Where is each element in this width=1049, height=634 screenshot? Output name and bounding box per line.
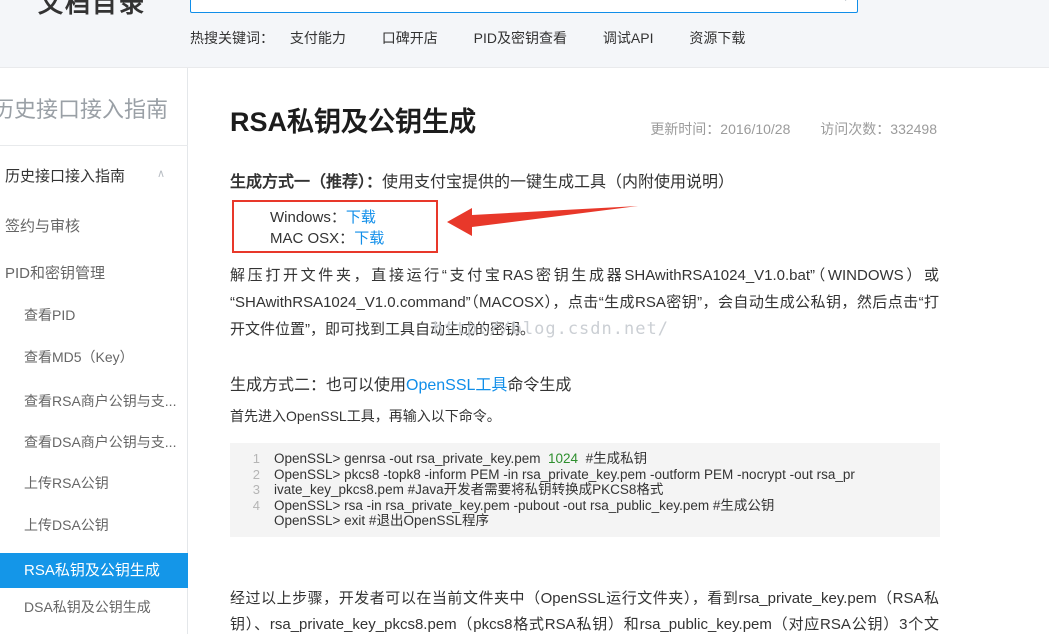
sidebar-item-pid-key-management[interactable]: PID和密钥管理 ∧ [5, 262, 188, 283]
line-number: 2 [230, 467, 260, 483]
article-meta: 更新时间：2016/10/28 访问次数：332498 [650, 119, 937, 139]
download-label-windows: Windows： [270, 209, 346, 226]
page-title: RSA私钥及公钥生成 [230, 100, 476, 139]
code-text: ivate_key_pkcs8.pem #Java开发者需要将私钥转换成PKCS… [274, 482, 663, 498]
meta-updated: 更新时间：2016/10/28 [650, 121, 790, 137]
code-block: 1 OpenSSL> genrsa -out rsa_private_key.pe… [230, 443, 940, 537]
hot-keyword-link[interactable]: 口碑开店 [382, 30, 438, 46]
hot-keyword-link[interactable]: 调试API [603, 30, 654, 46]
sidebar-item-view-pid[interactable]: 查看PID [24, 305, 207, 325]
line-number: 4 [230, 498, 260, 514]
hot-keyword-link[interactable]: 资源下载 [689, 30, 745, 46]
sidebar-item-label: 查看MD5（Key） [24, 349, 134, 365]
sidebar-panel-title: 历史接口接入指南 [0, 92, 168, 124]
download-link-windows[interactable]: 下载 [346, 209, 376, 226]
sidebar-item-view-rsa-merchant-pubkey[interactable]: 查看RSA商户公钥与支... [24, 391, 207, 411]
sidebar-item-upload-rsa-pubkey[interactable]: 上传RSA公钥 [24, 473, 207, 493]
code-line: 3 ivate_key_pkcs8.pem #Java开发者需要将私钥转换成PKC… [230, 482, 940, 498]
sidebar-group-label: 历史接口接入指南 [5, 168, 125, 185]
sidebar-item-label: RSA私钥及公钥生成 [24, 562, 160, 579]
paragraph-openssl-intro: 首先进入OpenSSL工具，再输入以下命令。 [230, 403, 939, 430]
sidebar-item-rsa-key-generation[interactable]: RSA私钥及公钥生成 [0, 553, 188, 588]
page: 文档目录 热搜关键词： 支付能力 口碑开店 PID及密钥查看 调试API 资源下… [0, 0, 1049, 634]
download-row-windows: Windows：下载 [270, 207, 436, 228]
sidebar-item-dsa-key-generation[interactable]: DSA私钥及公钥生成 [24, 597, 207, 617]
paragraph-result-files: 经过以上步骤，开发者可以在当前文件夹中（OpenSSL运行文件夹），看到rsa_… [230, 586, 939, 634]
code-line: 1 OpenSSL> genrsa -out rsa_private_key.pe… [230, 451, 940, 467]
search-icon[interactable] [830, 0, 848, 2]
red-arrow-annotation [444, 198, 644, 240]
sidebar-item-label: DSA私钥及公钥生成 [24, 599, 151, 615]
search-box [190, 0, 858, 13]
section1-heading-rest: 使用支付宝提供的一键生成工具（内附使用说明） [382, 174, 734, 191]
sidebar-item-label: 查看DSA商户公钥与支... [24, 434, 176, 450]
sidebar-item-label: PID和密钥管理 [5, 265, 105, 282]
section2-prefix: 生成方式二：也可以使用 [230, 377, 406, 394]
code-text: OpenSSL> genrsa -out rsa_private_key.pem… [274, 451, 647, 467]
section-heading-method-1: 生成方式一（推荐）：使用支付宝提供的一键生成工具（内附使用说明） [230, 168, 734, 192]
code-line: OpenSSL> exit #退出OpenSSL程序 [230, 513, 940, 529]
sidebar-item-label: 上传RSA公钥 [24, 475, 109, 491]
site-logo[interactable]: 文档目录 [38, 0, 146, 20]
line-number: 3 [230, 482, 260, 498]
download-link-macosx[interactable]: 下载 [354, 230, 384, 247]
sidebar-divider [0, 145, 188, 146]
sidebar-item-signing-review[interactable]: 签约与审核 [5, 215, 188, 236]
sidebar-item-view-dsa-merchant-pubkey[interactable]: 查看DSA商户公钥与支... [24, 432, 207, 452]
topbar: 文档目录 热搜关键词： 支付能力 口碑开店 PID及密钥查看 调试API 资源下… [0, 0, 1049, 68]
sidebar-item-label: 查看PID [24, 307, 75, 323]
sidebar-item-label: 签约与审核 [5, 218, 80, 235]
hot-keywords-row: 热搜关键词： 支付能力 口碑开店 PID及密钥查看 调试API 资源下载 [190, 28, 777, 48]
main-content: RSA私钥及公钥生成 更新时间：2016/10/28 访问次数：332498 生… [189, 68, 1049, 634]
openssl-tool-link[interactable]: OpenSSL工具 [406, 377, 507, 394]
meta-visits: 访问次数：332498 [820, 121, 937, 137]
code-highlight-1024: 1024 [548, 451, 578, 466]
sidebar-item-label: 上传DSA公钥 [24, 517, 109, 533]
sidebar-item-label: 查看RSA商户公钥与支... [24, 393, 176, 409]
download-box: Windows：下载 MAC OSX：下载 [232, 200, 438, 253]
sidebar: 历史接口接入指南 历史接口接入指南 ∧ 签约与审核 PID和密钥管理 ∧ 查看P… [0, 68, 188, 634]
chevron-up-icon[interactable]: ∧ [157, 167, 165, 180]
section2-suffix: 命令生成 [507, 377, 571, 394]
hot-keyword-link[interactable]: PID及密钥查看 [474, 30, 567, 46]
section1-heading-bold: 生成方式一（推荐）： [230, 174, 382, 191]
code-line: 4 OpenSSL> rsa -in rsa_private_key.pem -p… [230, 498, 940, 514]
download-row-macosx: MAC OSX：下载 [270, 228, 436, 249]
hot-keywords-label: 热搜关键词： [190, 30, 274, 46]
code-text: OpenSSL> pkcs8 -topk8 -inform PEM -in rs… [274, 467, 855, 483]
sidebar-group-history-guide[interactable]: 历史接口接入指南 ∧ [5, 165, 183, 186]
line-number [230, 513, 260, 529]
sidebar-item-upload-dsa-pubkey[interactable]: 上传DSA公钥 [24, 515, 207, 535]
watermark-text: http://blog.csdn.net/ [433, 319, 669, 339]
download-label-macosx: MAC OSX： [270, 230, 354, 247]
search-input[interactable] [190, 0, 858, 13]
code-line: 2 OpenSSL> pkcs8 -topk8 -inform PEM -in r… [230, 467, 940, 483]
section-heading-method-2: 生成方式二：也可以使用OpenSSL工具命令生成 [230, 371, 571, 395]
line-number: 1 [230, 451, 260, 467]
code-text: OpenSSL> rsa -in rsa_private_key.pem -pu… [274, 498, 774, 514]
hot-keyword-link[interactable]: 支付能力 [290, 30, 346, 46]
code-text: OpenSSL> exit #退出OpenSSL程序 [274, 513, 489, 529]
sidebar-item-view-md5-key[interactable]: 查看MD5（Key） [24, 347, 207, 367]
